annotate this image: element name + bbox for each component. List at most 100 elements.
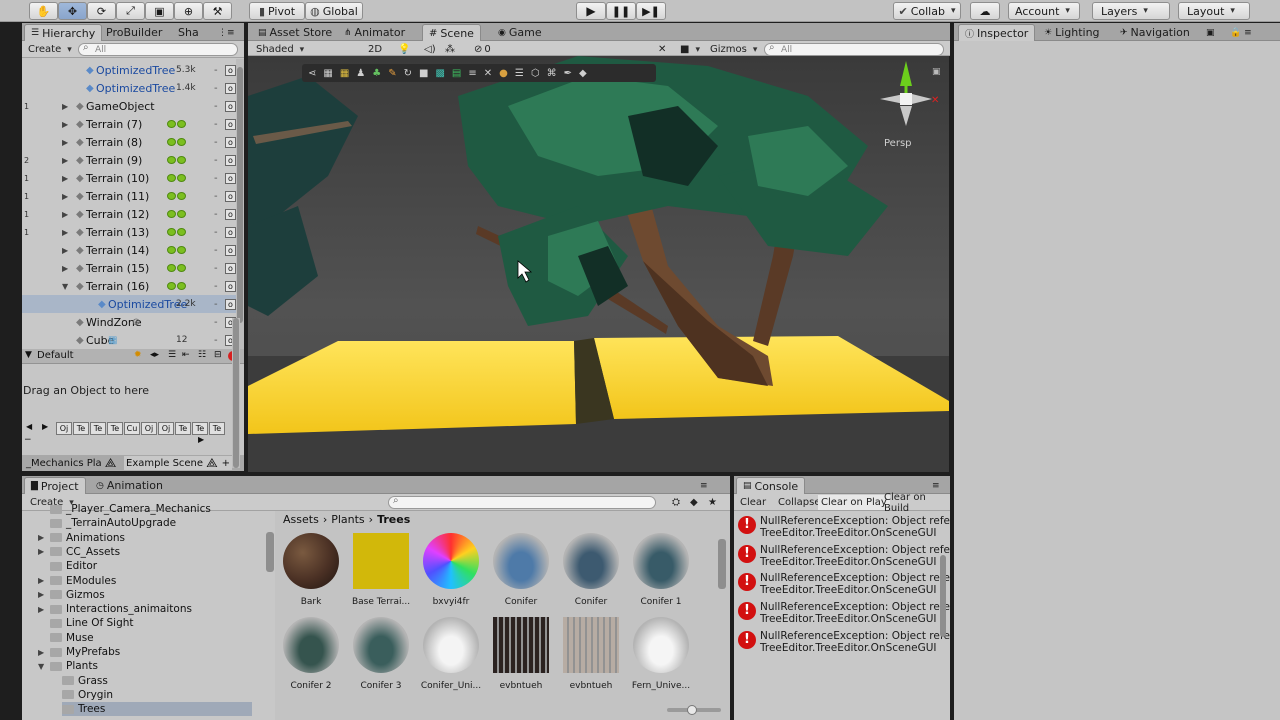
collapse-arrow-icon[interactable]: ▼ bbox=[25, 350, 32, 360]
zoom-slider[interactable] bbox=[667, 705, 721, 715]
visibility-toggle[interactable]: o bbox=[225, 172, 236, 184]
hierarchy-row[interactable]: ▼ ◆ Terrain (16) - o bbox=[22, 277, 244, 295]
scene-chip[interactable]: Te bbox=[107, 422, 123, 435]
asset-item[interactable]: evbntueh bbox=[489, 617, 553, 691]
share-icon[interactable]: ⋖ bbox=[308, 68, 316, 79]
camera-dropdown[interactable]: ■ bbox=[680, 42, 700, 56]
hierarchy-row[interactable]: ▶ ◆ Terrain (14) - o bbox=[22, 241, 244, 259]
folder-row[interactable]: ▶ CC_Assets bbox=[38, 545, 120, 559]
selection-scrollbar[interactable] bbox=[232, 318, 240, 468]
lines-icon[interactable]: ≡ bbox=[468, 68, 476, 79]
hierarchy-row[interactable]: 1 ▶ ◆ GameObject - o bbox=[22, 97, 244, 115]
folder-row[interactable]: Line Of Sight bbox=[50, 616, 134, 630]
console-message[interactable]: ! NullReferenceException: Object refe Tree… bbox=[736, 541, 950, 569]
gizmos-dropdown[interactable]: Gizmos bbox=[710, 42, 757, 56]
tab-game[interactable]: ◉ Game bbox=[492, 24, 548, 41]
lock-toggle[interactable]: - bbox=[214, 137, 218, 148]
hierarchy-row[interactable]: ◆ Cube 12 ▦ - o bbox=[22, 331, 244, 349]
breadcrumb-item[interactable]: Plants bbox=[331, 513, 364, 527]
console-collapse-button[interactable]: Collapse bbox=[778, 495, 821, 510]
tab-probuilder[interactable]: ProBuilder bbox=[100, 24, 168, 41]
expand-right-icon[interactable]: ▶ bbox=[38, 590, 44, 599]
hand-tool-button[interactable]: ✋ bbox=[29, 2, 58, 20]
scale-tool-button[interactable]: ⤢ bbox=[116, 2, 145, 20]
move-tool-button[interactable]: ✥ bbox=[58, 2, 87, 20]
breadcrumb-item[interactable]: Trees bbox=[377, 513, 410, 527]
scene-tools-button[interactable]: ✕ bbox=[658, 42, 666, 56]
brush-icon[interactable]: ✎ bbox=[388, 68, 396, 79]
back-icon[interactable]: ⇤ bbox=[182, 350, 190, 360]
expand-right-icon[interactable]: ▶ bbox=[62, 156, 68, 165]
visibility-toggle[interactable]: o bbox=[225, 118, 236, 130]
lock-toggle[interactable]: - bbox=[214, 335, 218, 346]
rotate-tool-button[interactable]: ⟳ bbox=[87, 2, 116, 20]
asset-item[interactable]: Fern_Unive... bbox=[629, 617, 693, 691]
lock-toggle[interactable]: - bbox=[214, 191, 218, 202]
cross-icon[interactable]: ✕ bbox=[484, 68, 492, 79]
folder-row[interactable]: ▶ Interactions_animaitons bbox=[38, 602, 192, 616]
hierarchy-row[interactable]: ◆ WindZone ⊛ - o bbox=[22, 313, 244, 331]
expand-right-icon[interactable]: ▶ bbox=[62, 138, 68, 147]
scene-chip[interactable]: Te bbox=[175, 422, 191, 435]
asset-item[interactable]: Conifer 3 bbox=[349, 617, 413, 691]
hierarchy-scrollbar[interactable] bbox=[236, 59, 244, 349]
expand-right-icon[interactable]: ▶ bbox=[62, 228, 68, 237]
lock-toggle[interactable]: - bbox=[214, 155, 218, 166]
project-menu-button[interactable]: ≡ bbox=[694, 477, 714, 494]
tree-tool-icon[interactable]: ▦ bbox=[340, 68, 349, 79]
hierarchy-row[interactable]: ▶ ◆ Terrain (7) - o bbox=[22, 115, 244, 133]
shaded-dropdown[interactable]: Shaded bbox=[256, 42, 356, 56]
tab-console[interactable]: ▤ Console bbox=[736, 477, 806, 494]
transform-tool-button[interactable]: ⊕ bbox=[174, 2, 203, 20]
expand-right-icon[interactable]: ▶ bbox=[38, 533, 44, 542]
hierarchy-row[interactable]: 1 ▶ ◆ Terrain (11) - o bbox=[22, 187, 244, 205]
console-clear-button[interactable]: Clear bbox=[740, 495, 766, 510]
inspector-lock-button[interactable]: ▣ bbox=[1200, 24, 1221, 41]
hierarchy-row[interactable]: ◆ OptimizedTree 1.4k - o bbox=[22, 79, 244, 97]
scene-chip[interactable]: Te bbox=[73, 422, 89, 435]
mesh-icon[interactable]: ⬡ bbox=[531, 68, 540, 79]
tab-animation[interactable]: ◷ Animation bbox=[90, 477, 169, 494]
lock-toggle[interactable]: - bbox=[214, 83, 218, 94]
scene-chip[interactable]: Cu bbox=[124, 422, 140, 435]
scene-tab-mechanics[interactable]: _Mechanics Pla ⟁ bbox=[26, 456, 116, 471]
snap-icon[interactable]: ⌘ bbox=[547, 68, 557, 79]
console-clear-on-build-toggle[interactable]: Clear on Build bbox=[884, 492, 950, 514]
tab-shader[interactable]: Sha bbox=[172, 24, 205, 41]
lock-toggle[interactable]: - bbox=[214, 101, 218, 112]
hierarchy-create-dropdown[interactable]: Create bbox=[28, 42, 72, 57]
folder-row[interactable]: Editor bbox=[50, 559, 97, 573]
folder-scroll-thumb[interactable] bbox=[266, 532, 274, 572]
expand-right-icon[interactable]: ▶ bbox=[62, 174, 68, 183]
visibility-toggle[interactable]: o bbox=[225, 298, 236, 310]
folder-row[interactable]: ▶ MyPrefabs bbox=[38, 645, 120, 659]
asset-item[interactable]: Conifer bbox=[559, 533, 623, 607]
lock-toggle[interactable]: - bbox=[214, 227, 218, 238]
inspector-menu-button[interactable]: 🔒 ≡ bbox=[1224, 24, 1258, 41]
account-dropdown[interactable]: Account bbox=[1008, 2, 1080, 20]
asset-item[interactable]: Base Terrai... bbox=[349, 533, 413, 607]
scene-chip[interactable]: Te bbox=[90, 422, 106, 435]
hierarchy-row[interactable]: ◆ OptimizedTree 5.3k - o bbox=[22, 61, 244, 79]
lock-toggle[interactable]: - bbox=[214, 209, 218, 220]
star-icon[interactable]: ✹ bbox=[134, 350, 142, 360]
record-icon[interactable]: ■ bbox=[419, 68, 428, 79]
folder-row[interactable]: _TerrainAutoUpgrade bbox=[50, 516, 176, 530]
expand-right-icon[interactable]: ▶ bbox=[38, 547, 44, 556]
asset-item[interactable]: evbntueh bbox=[559, 617, 623, 691]
layout-dropdown[interactable]: Layout bbox=[1178, 2, 1250, 20]
expand-right-icon[interactable]: ▶ bbox=[62, 192, 68, 201]
visibility-toggle[interactable]: o bbox=[225, 82, 236, 94]
global-button[interactable]: ◍ Global bbox=[305, 2, 363, 20]
pivot-button[interactable]: ▮ Pivot bbox=[249, 2, 305, 20]
persp-label[interactable]: Persp bbox=[884, 138, 912, 149]
hierarchy-row[interactable]: 1 ▶ ◆ Terrain (13) - o bbox=[22, 223, 244, 241]
arrows-icon[interactable]: ◂▸ bbox=[150, 350, 159, 360]
scene-chip[interactable]: Oj bbox=[141, 422, 157, 435]
play-button[interactable]: ▶ bbox=[576, 2, 606, 20]
hierarchy-row[interactable]: 1 ▶ ◆ Terrain (10) - o bbox=[22, 169, 244, 187]
tab-scene[interactable]: # Scene bbox=[422, 24, 481, 41]
visibility-toggle[interactable]: o bbox=[225, 154, 236, 166]
folder-row[interactable]: ▶ Gizmos bbox=[38, 588, 105, 602]
asset-scroll-thumb[interactable] bbox=[718, 539, 726, 589]
